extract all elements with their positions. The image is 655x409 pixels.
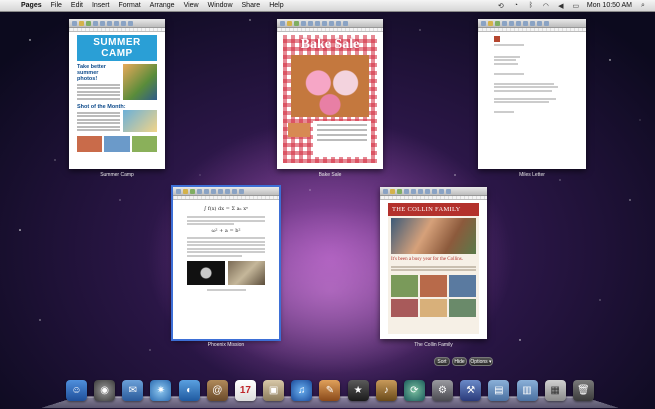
window-miles-letter[interactable] — [478, 19, 586, 169]
window-label-collin-family: The Collin Family — [414, 342, 453, 348]
preview-icon[interactable]: ▣ — [263, 380, 285, 401]
document-page: THE COLLIN FAMILY It's been a busy year … — [388, 203, 479, 334]
address-book-icon[interactable]: @ — [206, 380, 228, 401]
menu-insert[interactable]: Insert — [92, 2, 110, 9]
dock: ☺ ◉ ✉ ✷ ◐ @ 17 ▣ ♫ ✎ ★ ♪ ⟳ ⚙ ⚒ ▤ ▥ ▦ 🗑 — [40, 375, 620, 409]
dashboard-icon[interactable]: ◉ — [94, 380, 116, 401]
itunes-icon[interactable]: ♫ — [291, 380, 313, 401]
sync-icon[interactable]: ◔ — [512, 2, 520, 10]
sort-button[interactable]: Sort — [434, 357, 450, 366]
time-machine-icon[interactable]: ⟲ — [497, 2, 505, 10]
document-page: ∫ f(x) dx = Σ aₙ xⁿ ω² + a = b² — [173, 200, 279, 295]
downloads-stack-icon[interactable]: ▦ — [544, 380, 566, 401]
hide-button[interactable]: Hide — [452, 357, 467, 366]
cupcake-photo — [291, 55, 369, 117]
trash-icon[interactable]: 🗑 — [572, 380, 594, 401]
window-collin-family[interactable]: THE COLLIN FAMILY It's been a busy year … — [380, 187, 487, 339]
pages-icon[interactable]: ✎ — [319, 380, 341, 401]
window-label-miles-letter: Miles Letter — [519, 172, 545, 178]
collin-title: THE COLLIN FAMILY — [388, 203, 479, 216]
menu-file[interactable]: File — [51, 2, 62, 9]
menu-clock[interactable]: Mon 10:50 AM — [587, 2, 632, 9]
menu-share[interactable]: Share — [242, 2, 261, 9]
letterhead-logo — [494, 36, 500, 42]
bake-sale-details — [313, 121, 371, 157]
spotlight-search-icon[interactable]: ⌕ — [639, 2, 647, 10]
phoenix-formula-2: ω² + a = b² — [211, 228, 241, 234]
planet-photo — [187, 260, 225, 285]
window-summer-camp[interactable]: SUMMER CAMP Take better summer photos! S… — [69, 19, 165, 169]
children-photo — [123, 64, 157, 100]
finder-icon[interactable]: ☺ — [66, 380, 87, 401]
mail-icon[interactable]: ✉ — [122, 380, 144, 401]
garageband-icon[interactable]: ♪ — [375, 380, 397, 401]
menu-window[interactable]: Window — [208, 2, 233, 9]
ical-icon[interactable]: 17 — [234, 380, 256, 401]
summer-camp-subhead: Take better summer photos! — [77, 64, 106, 82]
window-bake-sale[interactable]: Bake Sale — [277, 19, 383, 169]
bake-sale-title: Bake Sale — [300, 37, 360, 52]
window-toolbar — [380, 187, 487, 196]
window-ruler — [277, 28, 383, 32]
window-phoenix-mission[interactable]: ∫ f(x) dx = Σ aₙ xⁿ ω² + a = b² — [171, 185, 281, 341]
xcode-icon[interactable]: ⚒ — [460, 380, 482, 401]
menu-app-name[interactable]: Pages — [21, 2, 42, 9]
window-toolbar — [277, 19, 383, 28]
options-button[interactable]: Options ▾ — [469, 357, 493, 366]
menu-format[interactable]: Format — [118, 2, 140, 9]
applications-folder-icon[interactable]: ▤ — [488, 380, 510, 401]
family-photo — [391, 218, 476, 254]
menu-bar: Pages File Edit Insert Format Arrange Vi… — [0, 0, 655, 12]
summer-camp-title: SUMMER CAMP — [77, 35, 157, 61]
phoenix-formula: ∫ f(x) dx = Σ aₙ xⁿ — [203, 206, 249, 212]
shot-photo — [123, 110, 157, 132]
menu-arrange[interactable]: Arrange — [150, 2, 175, 9]
window-toolbar — [69, 19, 165, 28]
apple-menu-icon[interactable] — [6, 1, 15, 10]
document-page — [478, 32, 586, 119]
menu-view[interactable]: View — [184, 2, 199, 9]
window-label-bake-sale: Bake Sale — [318, 172, 342, 178]
surface-photo — [227, 260, 265, 285]
time-machine-dock-icon[interactable]: ⟳ — [403, 380, 425, 401]
menu-help[interactable]: Help — [269, 2, 283, 9]
document-page: Bake Sale — [283, 35, 377, 163]
battery-icon[interactable]: ▭ — [572, 2, 580, 10]
menu-edit[interactable]: Edit — [71, 2, 83, 9]
ichat-icon[interactable]: ◐ — [178, 380, 200, 401]
document-page: SUMMER CAMP Take better summer photos! S… — [69, 32, 165, 155]
window-toolbar — [478, 19, 586, 28]
window-label-phoenix-mission: Phoenix Mission — [207, 342, 245, 348]
window-ruler — [380, 196, 487, 200]
documents-folder-icon[interactable]: ▥ — [516, 380, 538, 401]
window-label-summer-camp: Summer Camp — [100, 172, 134, 178]
collin-headline: It's been a busy year for the Collins. — [391, 257, 463, 262]
imovie-icon[interactable]: ★ — [347, 380, 369, 401]
volume-icon[interactable]: ◀ — [557, 2, 565, 10]
bluetooth-icon[interactable]: ᛒ — [527, 2, 535, 10]
window-toolbar — [173, 187, 279, 196]
system-preferences-icon[interactable]: ⚙ — [432, 380, 454, 401]
wifi-icon[interactable]: ◠ — [542, 2, 550, 10]
safari-icon[interactable]: ✷ — [150, 380, 172, 401]
